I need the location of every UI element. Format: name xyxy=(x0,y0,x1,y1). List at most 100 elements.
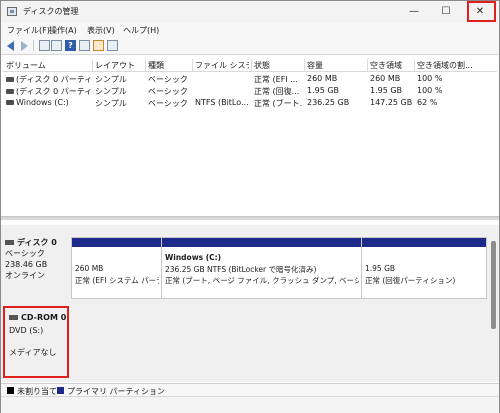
help-icon[interactable]: ? xyxy=(65,40,76,51)
menu-view[interactable]: 表示(V) xyxy=(87,25,115,36)
partition-status: 正常 (EFI システム パーティ xyxy=(75,276,159,285)
layout-cell: シンプル xyxy=(95,99,127,108)
free-percent-cell: 100 % xyxy=(417,86,443,95)
column-divider xyxy=(367,59,368,71)
back-arrow-icon[interactable] xyxy=(7,41,14,51)
close-button-highlight xyxy=(467,1,496,22)
type-cell: ベーシック xyxy=(148,75,188,84)
free-percent-cell: 100 % xyxy=(417,74,443,83)
partition-bar xyxy=(72,238,161,247)
disk0-title-line: ディスク 0 xyxy=(5,237,57,248)
column-divider xyxy=(145,59,146,71)
properties-icon[interactable] xyxy=(51,40,62,51)
filesystem-cell: NTFS (BitLo... xyxy=(195,98,249,107)
menu-action[interactable]: 操作(A) xyxy=(49,25,77,36)
partition-status: 正常 (回復パーティション) xyxy=(365,276,456,285)
capacity-cell: 236.25 GB xyxy=(307,98,350,107)
volume-list: ボリューム レイアウト 種類 ファイル システム 状態 容量 空き領域 空き領域… xyxy=(3,59,497,209)
window-title: ディスクの管理 xyxy=(23,7,79,16)
column-header-free-percent[interactable]: 空き領域の割... xyxy=(417,60,477,71)
minimize-button[interactable]: — xyxy=(401,1,427,23)
free-space-cell: 1.95 GB xyxy=(370,86,403,95)
capacity-cell: 260 MB xyxy=(307,74,338,83)
layout-cell: シンプル xyxy=(95,87,127,96)
volume-name: Windows (C:) xyxy=(16,98,69,107)
disk0-partitions: 260 MB 正常 (EFI システム パーティ Windows (C:) 23… xyxy=(71,237,487,299)
cdrom0-title-line: CD-ROM 0 xyxy=(9,313,66,322)
refresh-icon[interactable] xyxy=(79,40,90,51)
type-cell: ベーシック xyxy=(148,87,188,96)
volume-cell: Windows (C:) xyxy=(6,98,92,107)
column-divider xyxy=(414,59,415,71)
column-header-capacity[interactable]: 容量 xyxy=(307,60,365,71)
rescan-icon[interactable] xyxy=(93,40,104,51)
column-header-free-space[interactable]: 空き領域 xyxy=(370,60,412,71)
menu-file[interactable]: ファイル(F) xyxy=(7,25,50,36)
partition-bar xyxy=(162,238,361,247)
partition-size: 260 MB xyxy=(75,264,104,273)
partition-size: 236.25 GB NTFS (BitLocker で暗号化済み) xyxy=(165,265,317,274)
column-header-status[interactable]: 状態 xyxy=(254,60,302,71)
disk-management-window: ディスクの管理 — ☐ ✕ ファイル(F) 操作(A) 表示(V) ヘルプ(H)… xyxy=(0,0,500,413)
column-divider xyxy=(192,59,193,71)
volume-row[interactable]: (ディスク 0 パーティショ... シンプル ベーシック 正常 (EFI ...… xyxy=(3,73,497,85)
status-cell: 正常 (回復... xyxy=(254,87,300,96)
partition-status: 正常 (ブート, ページ ファイル, クラッシュ ダンプ, ベーシック データ xyxy=(165,276,359,285)
free-space-cell: 147.25 GB xyxy=(370,98,412,107)
cdrom0-name: CD-ROM 0 xyxy=(21,313,67,322)
disk0-status: オンライン xyxy=(5,271,45,280)
legend-swatch-primary xyxy=(57,387,64,394)
column-header-filesystem[interactable]: ファイル システム xyxy=(195,60,249,71)
cdrom0-media: メディアなし xyxy=(9,348,57,357)
maximize-button[interactable]: ☐ xyxy=(433,1,459,23)
disk0-name: ディスク 0 xyxy=(17,238,57,247)
partition-title: Windows (C:) xyxy=(165,253,222,262)
partition-efi[interactable]: 260 MB 正常 (EFI システム パーティ xyxy=(72,238,162,298)
legend-swatch-unallocated xyxy=(7,387,14,394)
forward-arrow-icon[interactable] xyxy=(21,41,28,51)
disk0-type: ベーシック xyxy=(5,249,45,258)
column-header-type[interactable]: 種類 xyxy=(148,60,190,71)
volume-row[interactable]: (ディスク 0 パーティショ... シンプル ベーシック 正常 (回復... 1… xyxy=(3,85,497,97)
cdrom-icon xyxy=(9,315,18,320)
partition-windows-c[interactable]: Windows (C:) 236.25 GB NTFS (BitLocker で… xyxy=(162,238,362,298)
console-tree-icon[interactable] xyxy=(39,40,50,51)
scrollbar-thumb[interactable] xyxy=(491,241,496,329)
disk-management-icon xyxy=(7,7,17,16)
layout-cell: シンプル xyxy=(95,75,127,84)
title-bar: ディスクの管理 — ☐ ✕ xyxy=(1,1,499,23)
free-space-cell: 260 MB xyxy=(370,74,401,83)
column-header-volume[interactable]: ボリューム xyxy=(6,60,90,71)
menu-help[interactable]: ヘルプ(H) xyxy=(123,25,159,36)
volume-row[interactable]: Windows (C:) シンプル ベーシック NTFS (BitLo... 正… xyxy=(3,97,497,109)
disk0-label[interactable]: ディスク 0 ベーシック 238.46 GB オンライン xyxy=(5,237,57,281)
partition-recovery[interactable]: 1.95 GB 正常 (回復パーティション) xyxy=(362,238,486,298)
column-header-layout[interactable]: レイアウト xyxy=(95,60,143,71)
settings-icon[interactable] xyxy=(107,40,118,51)
volume-cell: (ディスク 0 パーティショ... xyxy=(6,74,92,85)
status-cell: 正常 (ブート... xyxy=(254,99,302,108)
status-bar xyxy=(1,396,499,413)
cdrom0-label[interactable]: CD-ROM 0 DVD (S:) メディアなし xyxy=(3,306,69,378)
disk-icon xyxy=(5,240,14,245)
volume-icon xyxy=(6,89,14,94)
volume-name: (ディスク 0 パーティショ... xyxy=(16,75,92,84)
menu-bar: ファイル(F) 操作(A) 表示(V) ヘルプ(H) xyxy=(1,23,499,37)
legend: 未割り当て プライマリ パーティション xyxy=(1,383,499,397)
volume-name: (ディスク 0 パーティショ... xyxy=(16,87,92,96)
cdrom0-drive: DVD (S:) xyxy=(9,326,44,335)
status-cell: 正常 (EFI ... xyxy=(254,75,298,84)
column-divider xyxy=(92,59,93,71)
pane-splitter[interactable] xyxy=(1,216,499,220)
toolbar-separator xyxy=(33,40,34,51)
volume-icon xyxy=(6,100,14,105)
free-percent-cell: 62 % xyxy=(417,98,438,107)
volume-icon xyxy=(6,77,14,82)
column-divider xyxy=(251,59,252,71)
volume-list-header: ボリューム レイアウト 種類 ファイル システム 状態 容量 空き領域 空き領域… xyxy=(3,59,497,72)
partition-bar xyxy=(362,238,486,247)
partition-size: 1.95 GB xyxy=(365,264,396,273)
toolbar: ? xyxy=(1,37,499,55)
type-cell: ベーシック xyxy=(148,99,188,108)
disk0-size: 238.46 GB xyxy=(5,260,48,269)
